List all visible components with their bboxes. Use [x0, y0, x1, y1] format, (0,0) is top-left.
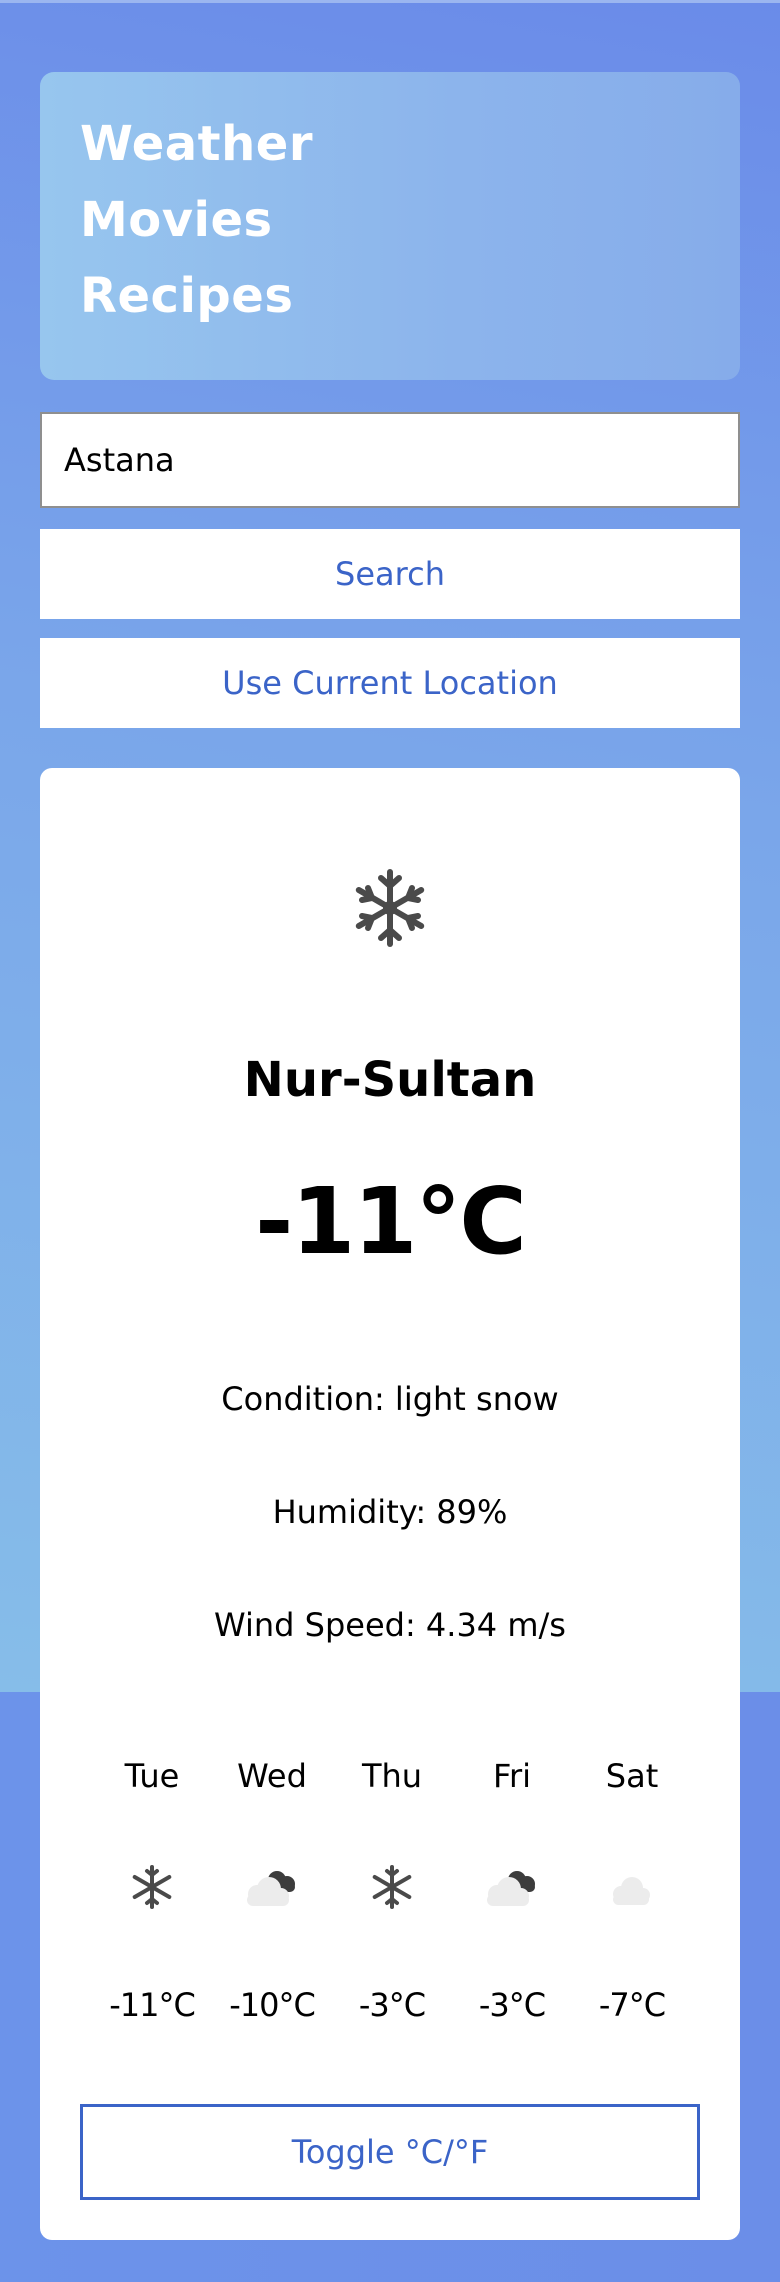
forecast-row: Tue -11°C Wed -10°C Thu -3°C Fri -3°C Sa…	[92, 1756, 692, 2036]
cloud-icon	[613, 1877, 650, 1905]
forecast-temp: -10°C	[229, 1986, 316, 2024]
forecast-day: Thu -3°C	[332, 1756, 452, 2024]
forecast-day-label: Wed	[237, 1757, 307, 1795]
forecast-day: Wed -10°C	[212, 1756, 332, 2024]
nav-card: Weather Movies Recipes	[40, 72, 740, 380]
search-button[interactable]: Search	[40, 529, 740, 619]
cloud-with-dark-cloud-icon	[487, 1871, 535, 1906]
city-search-input[interactable]	[40, 412, 740, 508]
current-temperature: -11°C	[255, 1168, 527, 1275]
nav-link-recipes[interactable]: Recipes	[80, 268, 293, 324]
nav-link-movies[interactable]: Movies	[80, 192, 273, 248]
condition-text: Condition: light snow	[221, 1380, 559, 1418]
forecast-day-label: Sat	[605, 1757, 659, 1795]
top-strip	[0, 0, 780, 3]
forecast-day-label: Tue	[124, 1757, 180, 1795]
forecast-day-label: Fri	[492, 1757, 532, 1795]
city-name: Nur-Sultan	[243, 1052, 537, 1108]
forecast-temp: -3°C	[478, 1986, 546, 2024]
use-current-location-button[interactable]: Use Current Location	[40, 638, 740, 728]
nav-link-weather[interactable]: Weather	[80, 116, 313, 172]
forecast-temp: -7°C	[598, 1986, 666, 2024]
snowflake-icon	[372, 1865, 412, 1909]
forecast-temp: -3°C	[358, 1986, 426, 2024]
toggle-units-button[interactable]: Toggle °C/°F	[80, 2104, 700, 2200]
humidity-text: Humidity: 89%	[272, 1493, 508, 1531]
forecast-temp: -11°C	[109, 1986, 196, 2024]
forecast-day: Sat -7°C	[572, 1756, 692, 2024]
wind-speed-text: Wind Speed: 4.34 m/s	[214, 1606, 566, 1644]
snowflake-icon	[355, 869, 425, 947]
forecast-day: Fri -3°C	[452, 1756, 572, 2024]
weather-card: Nur-Sultan -11°C Condition: light snow H…	[40, 768, 740, 2240]
snowflake-icon	[132, 1865, 172, 1909]
forecast-day-label: Thu	[361, 1757, 423, 1795]
cloud-with-dark-cloud-icon	[247, 1871, 295, 1906]
forecast-day: Tue -11°C	[92, 1756, 212, 2024]
